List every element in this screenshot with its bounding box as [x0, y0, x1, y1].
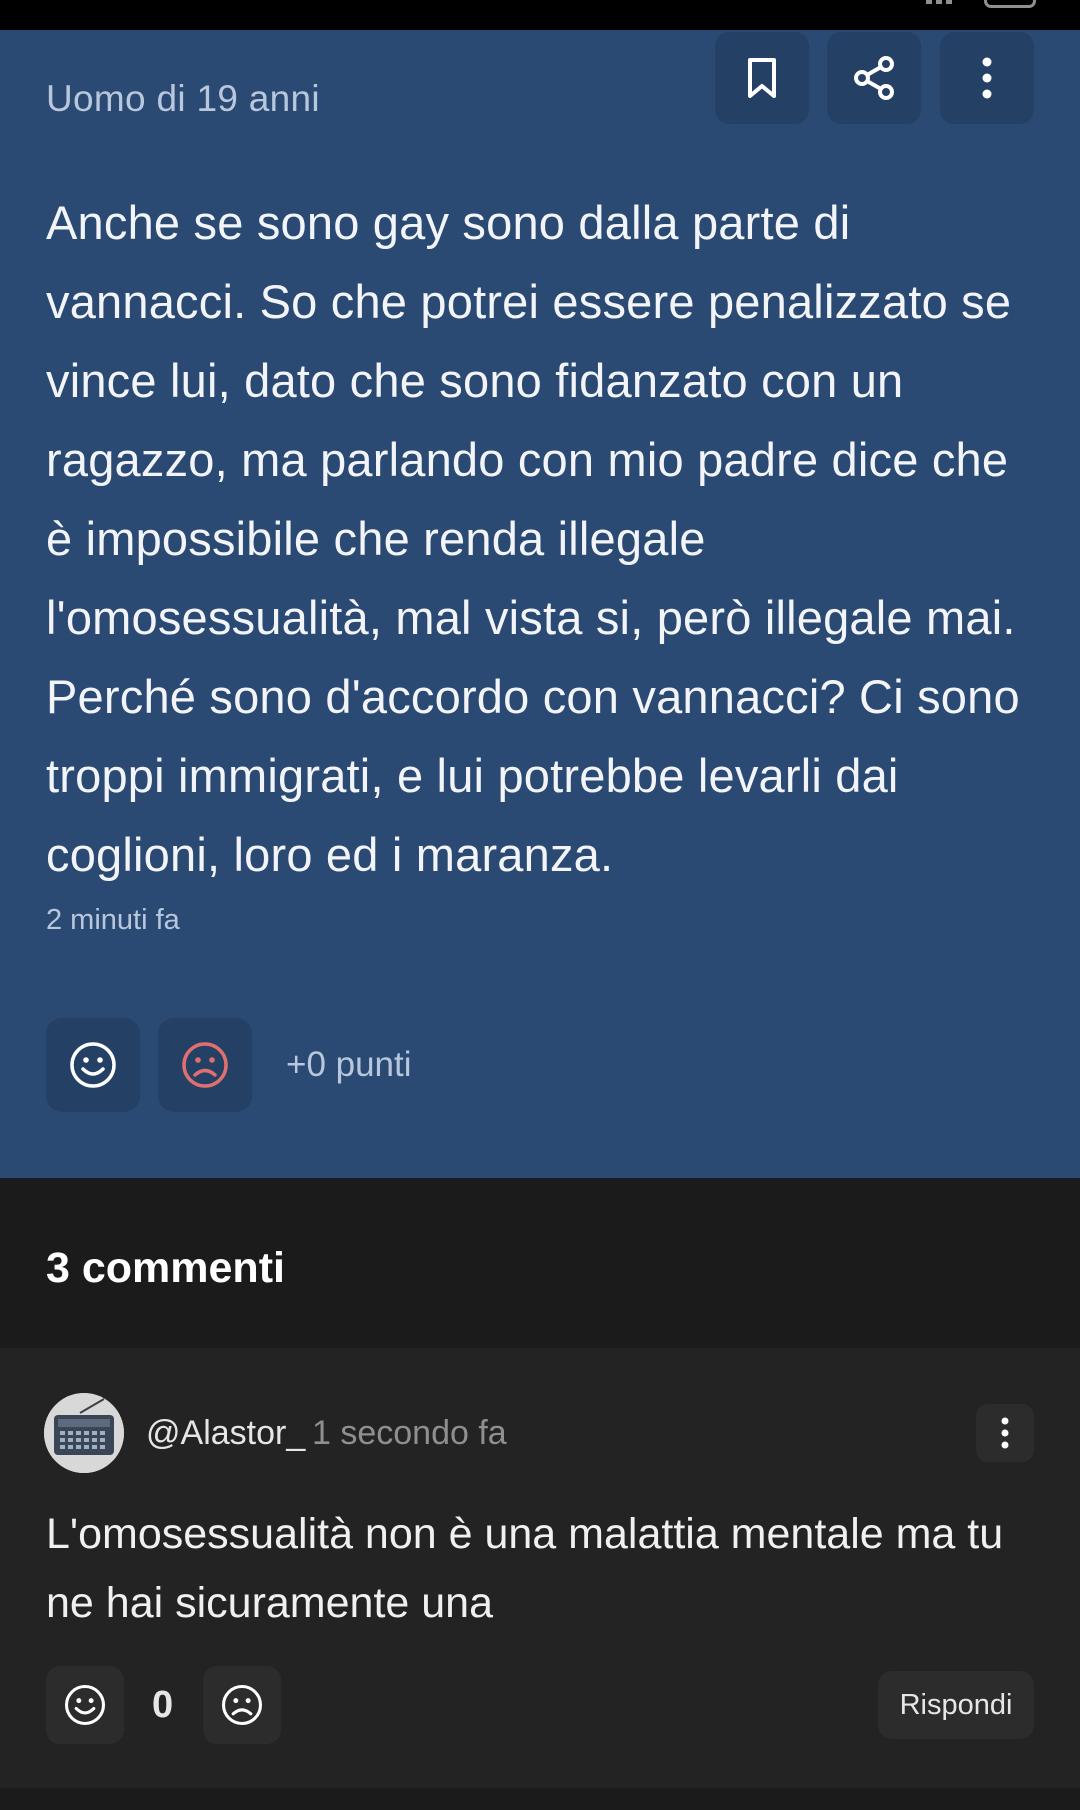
post-card: Uomo di 19 anni Anche se sono gay sono d… [0, 30, 1080, 1178]
post-author: Uomo di 19 anni [46, 78, 320, 119]
signal-icon [926, 0, 962, 4]
comment-item: @Alastor_ 1 secondo fa L'omosessualità n… [0, 1348, 1080, 1788]
more-vertical-icon [982, 57, 992, 99]
share-button[interactable] [827, 32, 921, 124]
status-bar [0, 0, 1080, 30]
comments-header: 3 commenti [0, 1182, 1080, 1342]
frown-icon [182, 1042, 228, 1088]
bookmark-button[interactable] [715, 32, 809, 124]
more-options-button[interactable] [940, 32, 1034, 124]
post-timestamp: 2 minuti fa [46, 904, 180, 936]
upvote-button[interactable] [46, 1018, 140, 1112]
bookmark-icon [748, 58, 776, 98]
avatar[interactable] [44, 1393, 124, 1473]
comments-count: 3 commenti [46, 1244, 285, 1292]
comment-username[interactable]: @Alastor_ [146, 1414, 305, 1453]
next-comment-edge [0, 1790, 1080, 1810]
share-icon [854, 56, 894, 100]
downvote-button[interactable] [158, 1018, 252, 1112]
comment-upvote-button[interactable] [46, 1666, 124, 1744]
smile-icon [70, 1042, 116, 1088]
comment-body: L'omosessualità non è una malattia menta… [46, 1510, 1004, 1627]
post-points: +0 punti [286, 1045, 412, 1084]
battery-icon [984, 0, 1036, 8]
comment-more-button[interactable] [976, 1404, 1034, 1462]
more-vertical-icon [1001, 1417, 1009, 1449]
comment-score: 0 [152, 1684, 174, 1726]
comment-timestamp: 1 secondo fa [312, 1414, 507, 1452]
comment-downvote-button[interactable] [203, 1666, 281, 1744]
question-page: Uomo di 19 anni Anche se sono gay sono d… [0, 0, 1080, 1810]
frown-icon [221, 1684, 263, 1726]
radio-avatar-icon [44, 1393, 124, 1473]
post-body: Anche se sono gay sono dalla parte di va… [46, 196, 1020, 881]
smile-icon [64, 1684, 106, 1726]
reply-button[interactable]: Rispondi [878, 1671, 1034, 1739]
